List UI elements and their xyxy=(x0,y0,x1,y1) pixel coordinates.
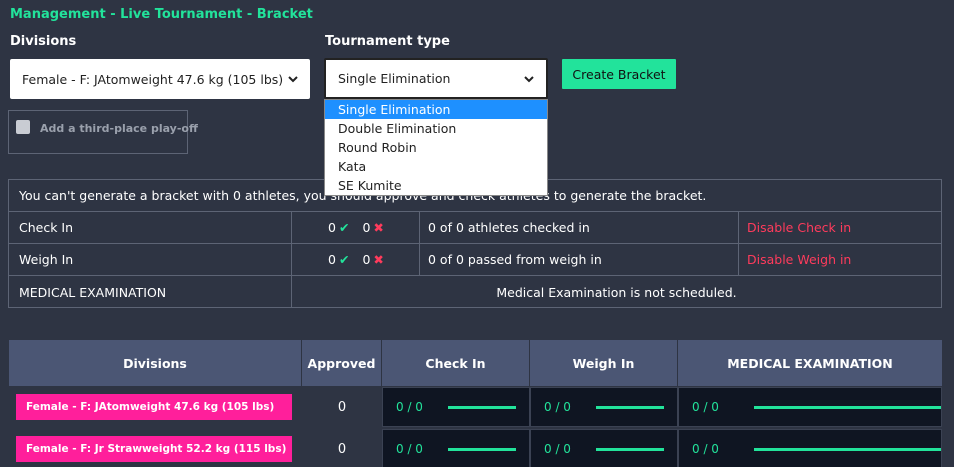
medical-progress: 0 / 0 xyxy=(678,429,942,467)
medical-progress: 0 / 0 xyxy=(678,387,942,427)
disable-weighin-link[interactable]: Disable Weigh in xyxy=(747,244,851,275)
column-header-medical: MEDICAL EXAMINATION xyxy=(678,340,942,386)
tournament-type-dropdown: Single Elimination Double Elimination Ro… xyxy=(324,99,548,196)
checkin-progress: 0 / 0 xyxy=(382,387,530,427)
weighin-progress-value: 0 / 0 xyxy=(544,400,571,414)
column-header-divisions: Divisions xyxy=(9,340,302,386)
tournament-type-option[interactable]: Single Elimination xyxy=(325,100,547,119)
tournament-type-select-value: Single Elimination xyxy=(338,71,451,86)
third-place-option[interactable]: Add a third-place play-off xyxy=(8,110,198,154)
division-cell: Female - F: JAtomweight 47.6 kg (105 lbs… xyxy=(9,387,302,427)
tournament-type-select[interactable]: Single Elimination xyxy=(324,58,548,99)
create-bracket-button[interactable]: Create Bracket xyxy=(562,59,676,89)
checkin-ok-count: 0 xyxy=(328,220,336,235)
medical-label: MEDICAL EXAMINATION xyxy=(9,276,292,308)
tournament-type-option[interactable]: Round Robin xyxy=(325,138,547,157)
chevron-down-icon xyxy=(524,75,534,82)
medical-row: MEDICAL EXAMINATION Medical Examination … xyxy=(9,276,941,308)
division-select[interactable]: Female - F: JAtomweight 47.6 kg (105 lbs… xyxy=(10,59,310,99)
weighin-fail-count: 0 xyxy=(362,252,371,267)
checkin-fail-count: 0 xyxy=(362,220,371,235)
chevron-down-icon xyxy=(288,76,298,83)
medical-progress-value: 0 / 0 xyxy=(692,442,719,456)
checkin-progress-bar xyxy=(448,405,516,409)
checkin-progress-value: 0 / 0 xyxy=(396,400,423,414)
medical-progress-value: 0 / 0 xyxy=(692,400,719,414)
approved-cell: 0 xyxy=(337,441,347,457)
third-place-label: Add a third-place play-off xyxy=(40,122,198,135)
tournament-type-option[interactable]: Kata xyxy=(325,157,547,176)
cross-icon: ✖ xyxy=(373,220,384,235)
weighin-ok-count: 0 xyxy=(328,252,336,267)
status-table: You can't generate a bracket with 0 athl… xyxy=(8,179,942,308)
division-cell: Female - F: Jr Strawweight 52.2 kg (115 … xyxy=(9,429,302,467)
divisions-table: Divisions Approved Check In Weigh In MED… xyxy=(9,340,942,467)
disable-checkin-link[interactable]: Disable Check in xyxy=(747,212,851,243)
medical-progress-bar xyxy=(754,447,941,451)
medical-progress-bar xyxy=(754,405,941,409)
third-place-checkbox[interactable] xyxy=(16,120,30,134)
column-header-weighin: Weigh In xyxy=(530,340,678,386)
column-header-checkin: Check In xyxy=(382,340,530,386)
division-tag[interactable]: Female - F: Jr Strawweight 52.2 kg (115 … xyxy=(16,436,292,462)
weighin-counts: 0 ✔ 0 ✖ xyxy=(292,244,420,275)
division-select-value: Female - F: JAtomweight 47.6 kg (105 lbs… xyxy=(22,71,284,87)
column-header-approved: Approved xyxy=(302,340,382,386)
weighin-progress: 0 / 0 xyxy=(530,387,678,427)
table-row[interactable]: Female - F: Jr Strawweight 52.2 kg (115 … xyxy=(9,429,942,467)
tournament-type-option[interactable]: Double Elimination xyxy=(325,119,547,138)
weighin-progress-bar xyxy=(596,447,664,451)
checkin-progress: 0 / 0 xyxy=(382,429,530,467)
checkin-label: Check In xyxy=(9,212,292,243)
checkin-counts: 0 ✔ 0 ✖ xyxy=(292,212,420,243)
weighin-label: Weigh In xyxy=(9,244,292,275)
weighin-summary: 0 of 0 passed from weigh in xyxy=(420,244,739,275)
tournament-type-option[interactable]: SE Kumite xyxy=(325,176,547,195)
checkin-row: Check In 0 ✔ 0 ✖ 0 of 0 athletes checked… xyxy=(9,212,941,244)
weighin-row: Weigh In 0 ✔ 0 ✖ 0 of 0 passed from weig… xyxy=(9,244,941,276)
tournament-type-label: Tournament type xyxy=(325,34,450,49)
checkin-progress-bar xyxy=(448,447,516,451)
table-row[interactable]: Female - F: JAtomweight 47.6 kg (105 lbs… xyxy=(9,387,942,429)
check-icon: ✔ xyxy=(338,252,350,267)
weighin-progress-value: 0 / 0 xyxy=(544,442,571,456)
division-tag[interactable]: Female - F: JAtomweight 47.6 kg (105 lbs… xyxy=(16,394,292,420)
cross-icon: ✖ xyxy=(373,252,384,267)
divisions-label: Divisions xyxy=(10,34,77,49)
weighin-progress: 0 / 0 xyxy=(530,429,678,467)
approved-cell: 0 xyxy=(337,399,347,415)
checkin-progress-value: 0 / 0 xyxy=(396,442,423,456)
checkin-summary: 0 of 0 athletes checked in xyxy=(420,212,739,243)
medical-summary: Medical Examination is not scheduled. xyxy=(496,284,737,300)
weighin-progress-bar xyxy=(596,405,664,409)
breadcrumb: Management - Live Tournament - Bracket xyxy=(10,7,313,22)
check-icon: ✔ xyxy=(338,220,350,235)
